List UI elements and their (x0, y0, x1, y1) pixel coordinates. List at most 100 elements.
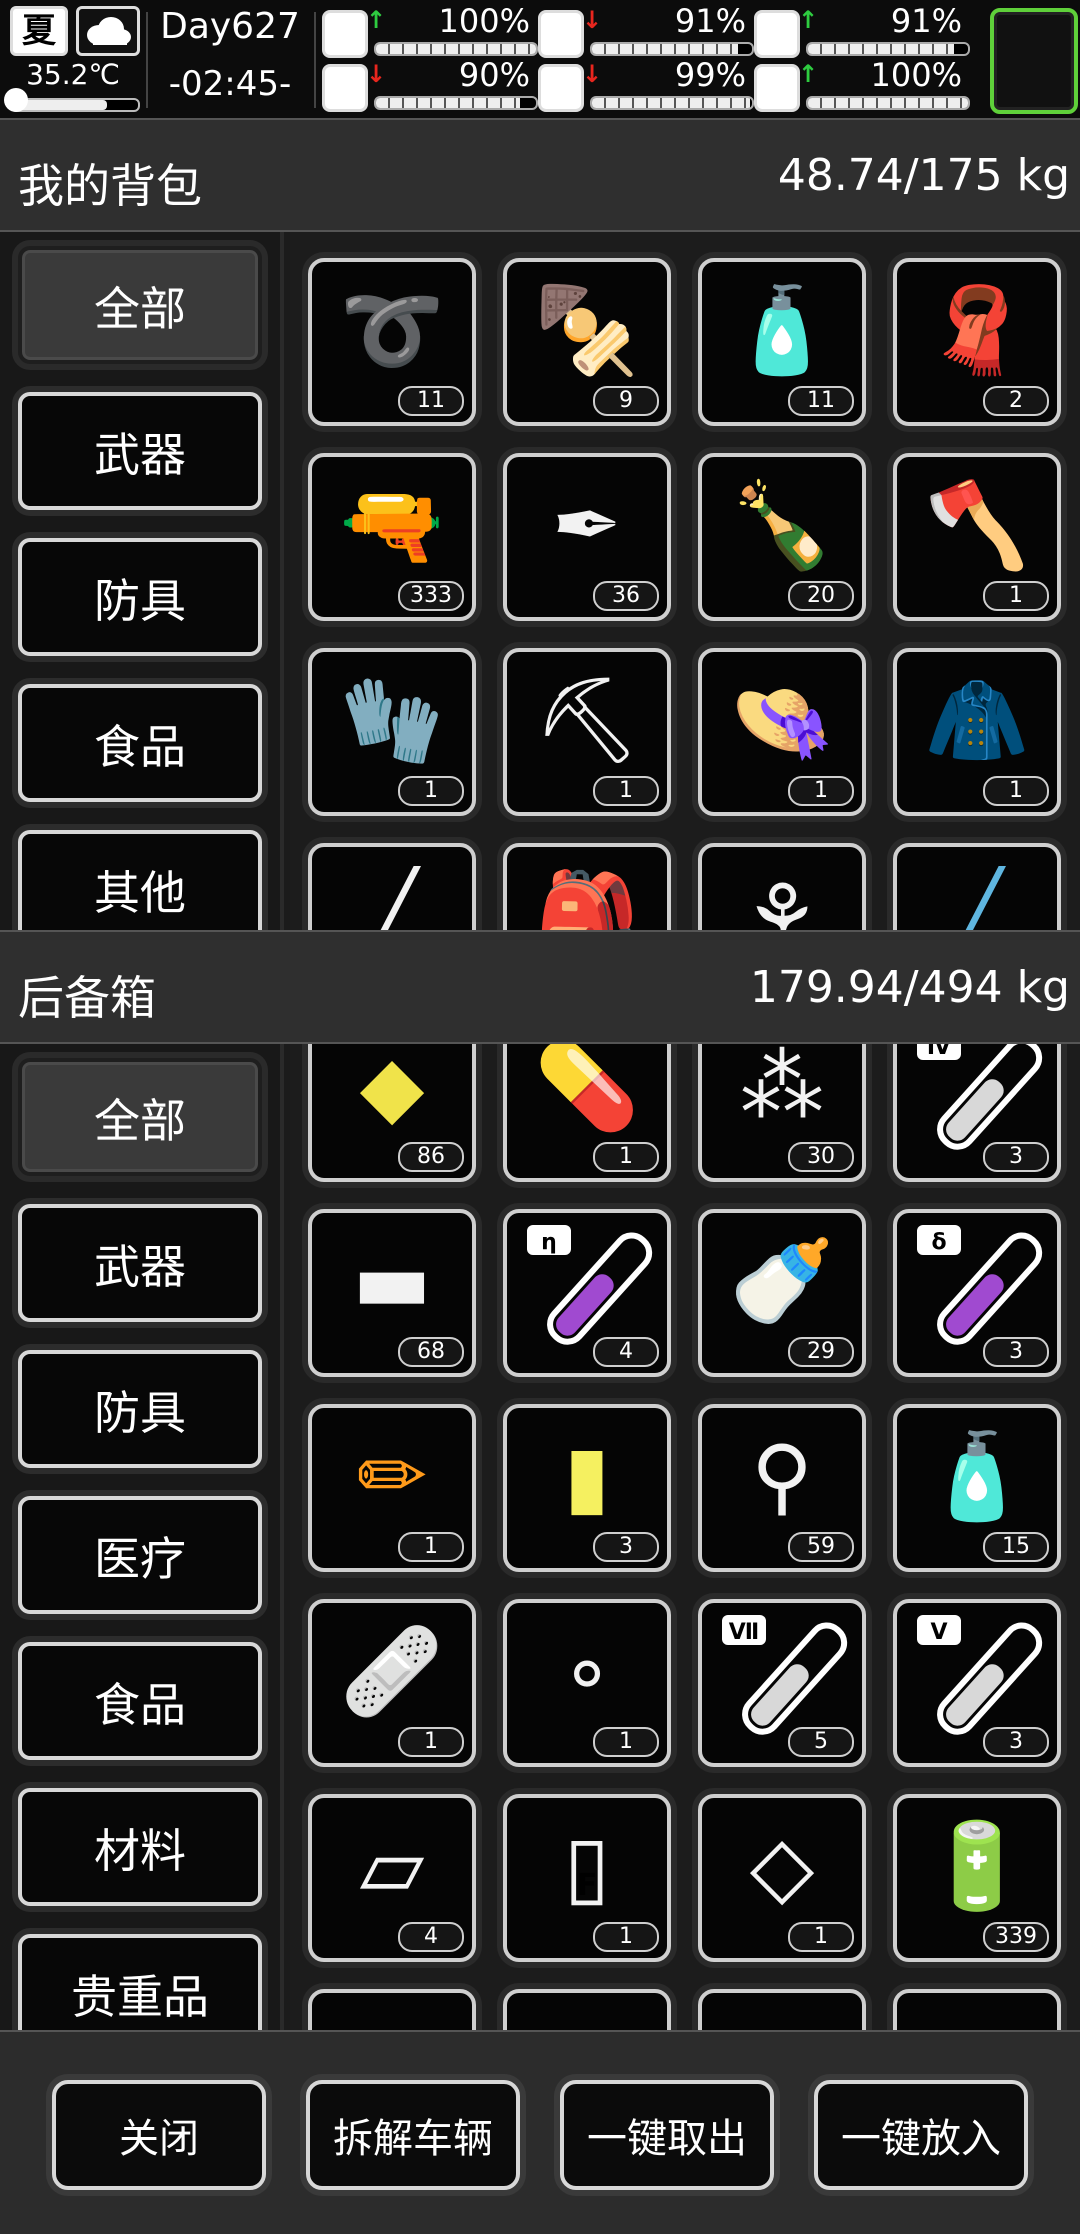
backpack-item-slot[interactable]: ⚘ (698, 843, 866, 930)
backpack-item-slot[interactable]: ✒ 36 (503, 453, 671, 621)
backpack-title: 我的背包 (18, 159, 202, 213)
backpack-item-slot[interactable]: 🍾 20 (698, 453, 866, 621)
cash-bundle-icon: ▬ (352, 1232, 432, 1330)
backpack-item-slot[interactable]: 🧥 1 (893, 648, 1061, 816)
trunk-item-slot[interactable]: ▫ (893, 1989, 1061, 2030)
trunk-item-slot[interactable]: ⚲ 59 (698, 1404, 866, 1572)
season-badge: 夏 (10, 6, 68, 56)
backpack-item-slot[interactable]: 🧴 11 (698, 258, 866, 426)
stat-bar (374, 42, 538, 56)
backpack-item-slot[interactable]: ╱ (308, 843, 476, 930)
trunk-item-slot[interactable]: δ3 (893, 1209, 1061, 1377)
backpack-item-slot[interactable]: ➰ 11 (308, 258, 476, 426)
item-count: 11 (398, 386, 464, 416)
trend-down-icon: ↓ (366, 60, 387, 88)
boot-icon (322, 64, 368, 112)
backpack-item-grid[interactable]: ➰ 11 🍢 9 🧴 11 🧣 2 🔫 333 ✒ 36 🍾 20 🪓 1 🧤 1 ⛏ 1 👒 1 🧥 1 ╱ 🎒 ⚘ ╱ (290, 232, 1080, 930)
item-count: 68 (398, 1337, 464, 1367)
stat-bar (806, 42, 970, 56)
trunk-item-slot[interactable]: 🔋 339 (893, 1794, 1061, 1962)
cloak-icon: 🧥 (924, 671, 1030, 769)
stat-bar (590, 42, 754, 56)
item-count: 339 (983, 1922, 1049, 1952)
backpack-item-slot[interactable]: 👒 1 (698, 648, 866, 816)
backpack-item-slot[interactable]: ╱ (893, 843, 1061, 930)
trunk-item-slot[interactable]: ◇ 1 (698, 1794, 866, 1962)
stat-value: 91% (890, 2, 962, 40)
item-count: 1 (983, 581, 1049, 611)
item-count: 1 (593, 1922, 659, 1952)
trunk-item-slot[interactable]: Ⅶ5 (698, 1599, 866, 1767)
day-counter: Day627 (160, 6, 300, 47)
stat-stamina: ↓ 90% (322, 56, 538, 112)
trunk-item-slot[interactable]: ▬ 68 (308, 1209, 476, 1377)
trunk-panel: 全部武器防具医疗食品材料贵重品 ◆ 86 💊 1 ⁂ 30 Ⅳ 3 ▬ 68 η 4 🍼 29 δ 3 ✏ 1 ▮ 3… (0, 1044, 1080, 2030)
item-icon: ▫ (702, 2011, 862, 2030)
dismantle-vehicle-button[interactable]: 拆解车辆 (306, 2080, 520, 2190)
tube-label: Ⅶ (729, 1620, 760, 1645)
status-bar: 夏 35.2℃ Day627 -02:45- ↑ 100% ↓ 91% ↑ 91% ↓ 90%… (0, 0, 1080, 118)
backpack-item-slot[interactable]: 🔫 333 (308, 453, 476, 621)
trunk-item-slot[interactable]: ▫ (503, 1989, 671, 2030)
trunk-item-slot[interactable]: ▱ 4 (308, 1794, 476, 1962)
trunk-item-slot[interactable]: ⁂ 30 (698, 1044, 866, 1182)
trunk-item-slot[interactable]: 💊 1 (503, 1044, 671, 1182)
shovel-icon: ⛏ (533, 671, 641, 769)
bottle-icon: 🍼 (729, 1232, 835, 1330)
item-count: 9 (593, 386, 659, 416)
trunk-item-slot[interactable]: ✏ 1 (308, 1404, 476, 1572)
equipped-slot[interactable] (990, 8, 1078, 114)
put-all-button[interactable]: 一键放入 (814, 2080, 1028, 2190)
trunk-item-slot[interactable]: ∘ 1 (503, 1599, 671, 1767)
trunk-category-3[interactable]: 医疗 (18, 1496, 262, 1614)
item-count: 20 (788, 581, 854, 611)
trunk-item-slot[interactable]: 🧴 15 (893, 1404, 1061, 1572)
backpack-icon: 🎒 (534, 866, 640, 930)
trunk-category-4[interactable]: 食品 (18, 1642, 262, 1760)
trunk-item-slot[interactable]: ▮ 3 (503, 1404, 671, 1572)
cloud-icon (76, 6, 140, 56)
trunk-item-slot[interactable]: 🩹 1 (308, 1599, 476, 1767)
divider (314, 12, 316, 108)
stat-medicine: ↑ 91% (754, 2, 970, 58)
trunk-category-6[interactable]: 贵重品 (18, 1934, 262, 2030)
backpack-item-slot[interactable]: 🪓 1 (893, 453, 1061, 621)
trunk-item-slot[interactable]: 🍼 29 (698, 1209, 866, 1377)
blue-rifle-icon: ╱ (951, 866, 1003, 930)
backpack-item-slot[interactable]: 🧤 1 (308, 648, 476, 816)
backpack-category-3[interactable]: 食品 (18, 684, 262, 802)
trunk-item-slot[interactable]: ◆ 86 (308, 1044, 476, 1182)
item-count: 3 (983, 1337, 1049, 1367)
trunk-item-slot[interactable]: ▫ (308, 1989, 476, 2030)
backpack-item-slot[interactable]: 🍢 9 (503, 258, 671, 426)
item-count: 3 (983, 1142, 1049, 1172)
divider (146, 12, 148, 108)
game-clock: -02:45- (168, 64, 292, 104)
backpack-category-1[interactable]: 武器 (18, 392, 262, 510)
trunk-item-slot[interactable]: ▫ (698, 1989, 866, 2030)
backpack-item-slot[interactable]: 🎒 (503, 843, 671, 930)
trunk-category-2[interactable]: 防具 (18, 1350, 262, 1468)
trunk-category-1[interactable]: 武器 (18, 1204, 262, 1322)
item-count: 1 (593, 1142, 659, 1172)
trunk-category-0[interactable]: 全部 (18, 1058, 262, 1176)
backpack-category-4[interactable]: 其他 (18, 830, 262, 930)
item-count: 86 (398, 1142, 464, 1172)
hat-icon: 👒 (729, 671, 835, 769)
backpack-item-slot[interactable]: 🧣 2 (893, 258, 1061, 426)
trunk-item-slot[interactable]: η4 (503, 1209, 671, 1377)
tube-label: Ⅴ (930, 1620, 947, 1645)
trunk-item-slot[interactable]: Ⅳ3 (893, 1044, 1061, 1182)
trunk-item-slot[interactable]: ▯ F 1 (503, 1794, 671, 1962)
backpack-category-0[interactable]: 全部 (18, 246, 262, 364)
take-all-button[interactable]: 一键取出 (560, 2080, 774, 2190)
stat-health: ↑ 100% (322, 2, 538, 58)
trunk-item-slot[interactable]: Ⅴ3 (893, 1599, 1061, 1767)
trunk-category-5[interactable]: 材料 (18, 1788, 262, 1906)
close-button[interactable]: 关闭 (52, 2080, 266, 2190)
seeds-icon: ∘ (560, 1622, 614, 1720)
item-count: 1 (398, 1727, 464, 1757)
backpack-category-2[interactable]: 防具 (18, 538, 262, 656)
trunk-item-grid[interactable]: ◆ 86 💊 1 ⁂ 30 Ⅳ 3 ▬ 68 η 4 🍼 29 δ 3 ✏ 1 ▮ 3 ⚲ 59 🧴 15 🩹 1 ∘ 1 Ⅶ 5 Ⅴ 3 ▱ 4… (290, 1044, 1080, 2030)
backpack-item-slot[interactable]: ⛏ 1 (503, 648, 671, 816)
